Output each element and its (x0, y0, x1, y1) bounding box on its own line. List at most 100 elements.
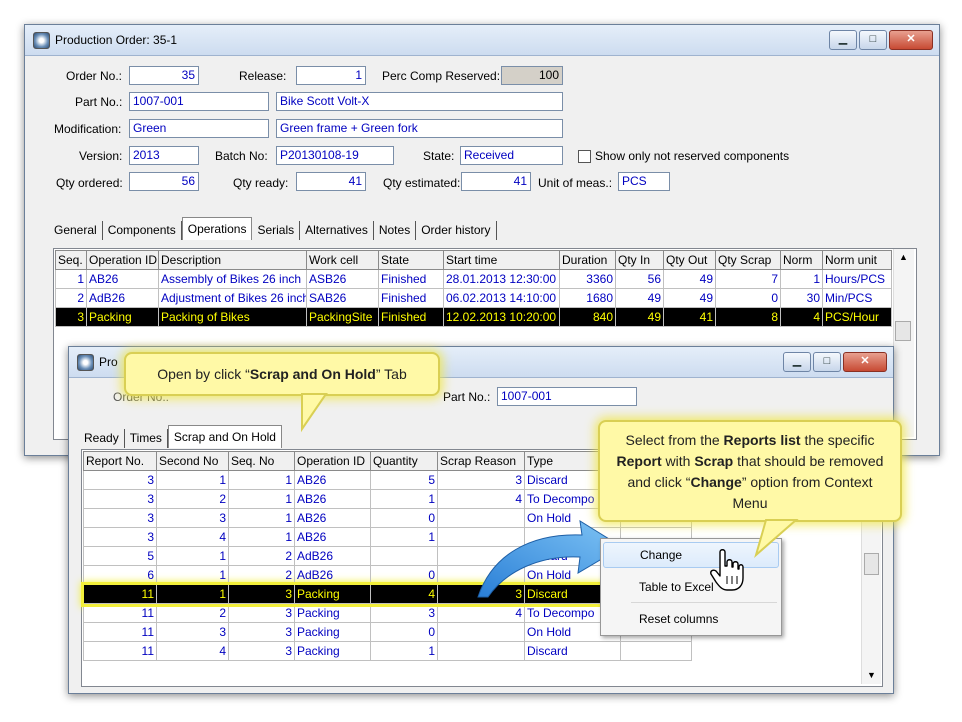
cell-op: AdB26 (294, 565, 371, 585)
cell-second: 1 (156, 546, 229, 566)
col-norm-unit[interactable]: Norm unit (822, 250, 892, 270)
col-second-no[interactable]: Second No (156, 451, 229, 471)
minimize-button[interactable]: ▁ (829, 30, 857, 50)
close-button[interactable]: ✕ (889, 30, 933, 50)
release-field[interactable]: 1 (296, 66, 366, 85)
col-qty-in[interactable]: Qty In (615, 250, 664, 270)
cell-state: Finished (378, 288, 444, 308)
cell-duration: 1680 (559, 288, 616, 308)
cell-op: AB26 (294, 470, 371, 490)
modification-desc-field[interactable]: Green frame + Green fork (276, 119, 563, 138)
cell-qty: 0 (370, 565, 438, 585)
cell-start: 06.02.2013 14:10:00 (443, 288, 560, 308)
cell-duration: 3360 (559, 269, 616, 289)
cell-second: 4 (156, 527, 229, 547)
cell-seq: 3 (228, 603, 295, 623)
part-desc-field[interactable]: Bike Scott Volt-X (276, 92, 563, 111)
cell-desc: Adjustment of Bikes 26 inch (158, 288, 307, 308)
order-no-field[interactable]: 35 (129, 66, 199, 85)
modification-field[interactable]: Green (129, 119, 269, 138)
release-label: Release: (239, 69, 287, 83)
col-quantity[interactable]: Quantity (370, 451, 438, 471)
qty-ordered-field[interactable]: 56 (129, 172, 199, 191)
scroll-up-icon[interactable]: ▲ (899, 252, 908, 262)
cell-seq: 2 (228, 565, 295, 585)
col-operation-id[interactable]: Operation ID (294, 451, 371, 471)
menu-item-reset-columns[interactable]: Reset columns (603, 606, 779, 632)
batch-field[interactable]: P20130108-19 (276, 146, 394, 165)
scroll-thumb[interactable] (864, 553, 879, 575)
minimize-button[interactable]: ▁ (783, 352, 811, 372)
qty-ready-field[interactable]: 41 (296, 172, 366, 191)
cell-second: 1 (156, 470, 229, 490)
cell-seq: 1 (228, 470, 295, 490)
scroll-thumb[interactable] (895, 321, 911, 341)
col-qty-scrap[interactable]: Qty Scrap (715, 250, 781, 270)
col-operation-id[interactable]: Operation ID (86, 250, 159, 270)
cell-seq: 2 (228, 546, 295, 566)
col-norm[interactable]: Norm (780, 250, 823, 270)
report-window-title: Pro (99, 355, 118, 369)
cell-second: 4 (156, 641, 229, 661)
tab-operations[interactable]: Operations (181, 217, 253, 240)
tab-times[interactable]: Times (125, 429, 168, 448)
cell-report: 3 (83, 470, 157, 490)
cell-op: Packing (86, 307, 159, 327)
col-state[interactable]: State (378, 250, 444, 270)
col-start-time[interactable]: Start time (443, 250, 560, 270)
tab-serials[interactable]: Serials (252, 221, 301, 240)
col-report-no[interactable]: Report No. (83, 451, 157, 471)
table-row[interactable]: 11 4 3 Packing 1 Discard (83, 641, 692, 661)
col-qty-out[interactable]: Qty Out (663, 250, 716, 270)
cell-second: 1 (156, 584, 229, 604)
batch-label: Batch No: (215, 149, 268, 163)
cell-seq: 1 (228, 489, 295, 509)
col-scrap-reason[interactable]: Scrap Reason (437, 451, 525, 471)
state-field[interactable]: Received (460, 146, 563, 165)
cell-reason (437, 641, 525, 661)
scroll-down-icon[interactable]: ▼ (867, 670, 876, 680)
col-duration[interactable]: Duration (559, 250, 616, 270)
cell-op: AB26 (294, 508, 371, 528)
col-seq[interactable]: Seq. (55, 250, 87, 270)
cell-qty: 0 (370, 622, 438, 642)
col-work-cell[interactable]: Work cell (306, 250, 379, 270)
tab-ready[interactable]: Ready (79, 429, 125, 448)
cell-qty-in: 49 (615, 307, 664, 327)
cell-norm-unit: Min/PCS (822, 288, 892, 308)
operations-scrollbar[interactable]: ▲ (893, 249, 914, 437)
cell-qty: 4 (370, 584, 438, 604)
unit-field[interactable]: PCS (618, 172, 670, 191)
maximize-button[interactable]: □ (859, 30, 887, 50)
close-button[interactable]: ✕ (843, 352, 887, 372)
col-seq-no[interactable]: Seq. No (228, 451, 295, 471)
sub-part-no-field[interactable]: 1007-001 (497, 387, 637, 406)
cell-reason: 4 (437, 489, 525, 509)
cell-seq: 3 (55, 307, 87, 327)
table-row-selected[interactable]: 3 Packing Packing of Bikes PackingSite F… (55, 307, 892, 327)
main-titlebar[interactable]: Production Order: 35-1 ▁ □ ✕ (25, 25, 939, 56)
state-label: State: (423, 149, 455, 163)
col-description[interactable]: Description (158, 250, 307, 270)
maximize-icon: □ (869, 33, 877, 45)
tab-notes[interactable]: Notes (374, 221, 417, 240)
report-hint-b1: Reports list (723, 432, 801, 448)
version-field[interactable]: 2013 (129, 146, 199, 165)
tab-order-history[interactable]: Order history (416, 221, 497, 240)
report-hint-b2: Report (616, 453, 662, 469)
maximize-button[interactable]: □ (813, 352, 841, 372)
qty-estimated-field[interactable]: 41 (461, 172, 531, 191)
tab-alternatives[interactable]: Alternatives (300, 221, 374, 240)
cell-norm-unit: Hours/PCS (822, 269, 892, 289)
cell-qty: 3 (370, 603, 438, 623)
tab-general[interactable]: General (49, 221, 103, 240)
close-icon: ✕ (906, 33, 916, 45)
tab-scrap-and-on-hold[interactable]: Scrap and On Hold (167, 425, 282, 448)
table-row[interactable]: 2 AdB26 Adjustment of Bikes 26 inch SAB2… (55, 288, 892, 308)
show-only-checkbox[interactable] (578, 150, 591, 163)
part-no-field[interactable]: 1007-001 (129, 92, 269, 111)
menu-item-table-to-excel[interactable]: Table to Excel (603, 574, 779, 600)
table-row[interactable]: 1 AB26 Assembly of Bikes 26 inch ASB26 F… (55, 269, 892, 289)
report-hint-b4: Change (690, 474, 742, 490)
tab-components[interactable]: Components (103, 221, 182, 240)
